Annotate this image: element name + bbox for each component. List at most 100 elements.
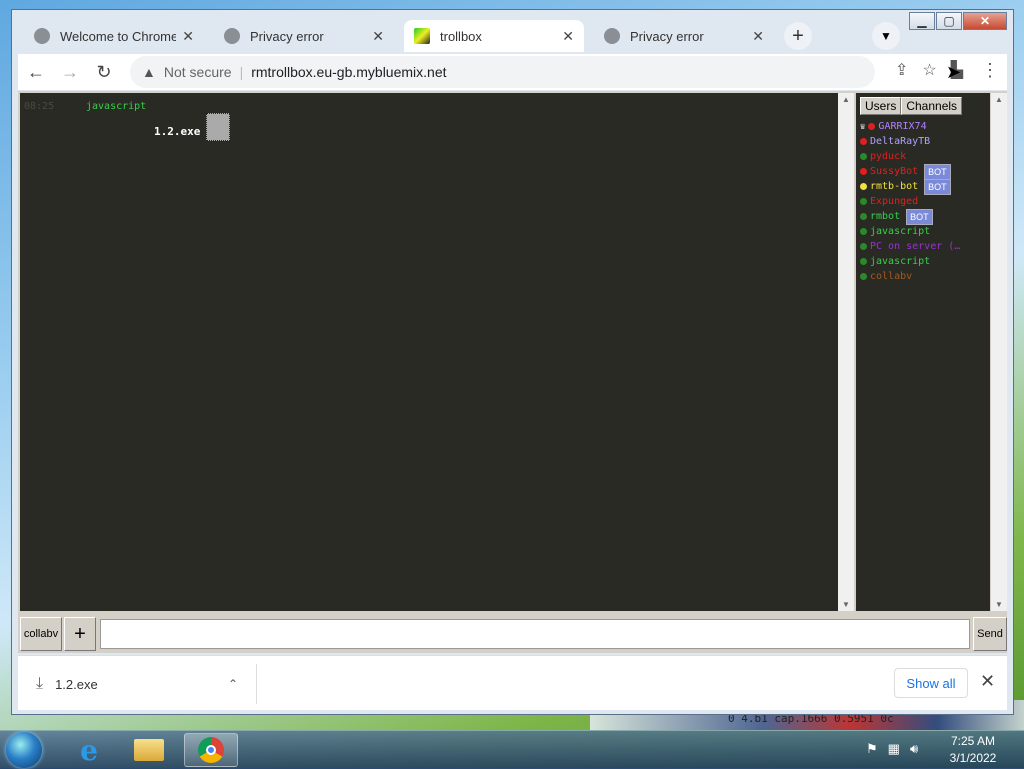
maximize-button[interactable]: ▢ xyxy=(936,12,962,30)
tab-search-button[interactable]: ▼ xyxy=(872,22,900,50)
not-secure-label[interactable]: Not secure xyxy=(164,64,232,80)
sidebar-tabs: Users Channels xyxy=(860,97,963,115)
scroll-down-icon[interactable]: ▼ xyxy=(838,600,854,609)
user-name: collabv xyxy=(870,271,913,282)
minimize-icon: ▁ xyxy=(917,14,927,28)
message-embed[interactable] xyxy=(206,113,230,141)
reload-button[interactable]: ↻ xyxy=(88,56,120,88)
url-text[interactable]: rmtrollbox.eu-gb.mybluemix.net xyxy=(251,64,446,80)
star-icon[interactable]: ☆ xyxy=(922,60,936,80)
status-dot-icon xyxy=(860,243,867,250)
globe-icon xyxy=(604,28,620,44)
message-nick[interactable]: javascript xyxy=(86,101,146,112)
tab-close-icon[interactable]: ✕ xyxy=(372,28,384,45)
plus-icon: + xyxy=(792,24,804,47)
chat-scrollbar[interactable]: ▲ ▼ xyxy=(838,93,854,611)
tab-title: trollbox xyxy=(440,28,482,44)
address-bar[interactable]: ▲ Not secure | rmtrollbox.eu-gb.mybluemi… xyxy=(130,56,875,88)
user-list-item[interactable]: javascript xyxy=(860,224,960,239)
user-name: SussyBot xyxy=(870,166,919,177)
user-list-item[interactable]: rmbot BOT xyxy=(860,208,960,225)
network-icon[interactable]: ▦ xyxy=(888,741,900,757)
close-shelf-icon[interactable]: ✕ xyxy=(980,671,995,692)
tab-privacy-error-1[interactable]: Privacy error ✕ xyxy=(214,20,394,52)
mouse-cursor-icon: ➤ xyxy=(946,62,962,82)
message-input[interactable] xyxy=(100,619,970,649)
taskbar: e ⚑ ▦ 🔊︎ 7:25 AM 3/1/2022 xyxy=(0,730,1024,769)
taskbar-ie[interactable]: e xyxy=(62,733,116,767)
tab-title: Privacy error xyxy=(630,28,704,44)
volume-icon[interactable]: 🔊︎ xyxy=(910,741,918,757)
tab-strip: Welcome to Chrome ✕ Privacy error ✕ trol… xyxy=(24,20,812,54)
taskbar-chrome[interactable] xyxy=(184,733,238,767)
scroll-down-icon[interactable]: ▼ xyxy=(991,600,1007,609)
user-name: DeltaRayTB xyxy=(870,136,931,147)
clock-date: 3/1/2022 xyxy=(949,751,997,765)
user-name: pyduck xyxy=(870,151,907,162)
warning-icon[interactable]: ▲ xyxy=(142,64,156,80)
scroll-up-icon[interactable]: ▲ xyxy=(991,95,1007,104)
download-shelf: ⤓ 1.2.exe ⌃ Show all ✕ xyxy=(18,655,1007,710)
menu-kebab-icon[interactable]: ⋮ xyxy=(981,60,999,81)
tab-users[interactable]: Users xyxy=(860,97,902,115)
download-item[interactable]: ⤓ 1.2.exe ⌃ xyxy=(18,664,257,704)
user-list-item[interactable]: ♛ GARRIX74 xyxy=(860,119,960,134)
download-filename[interactable]: 1.2.exe xyxy=(55,677,228,692)
close-window-button[interactable]: ✕ xyxy=(963,12,1007,30)
user-sidebar: Users Channels ♛ GARRIX74 DeltaRayTB pyduck… xyxy=(856,93,990,611)
arrow-right-icon: → xyxy=(61,61,79,82)
maximize-icon: ▢ xyxy=(943,14,955,28)
bot-badge: BOT xyxy=(906,208,933,225)
chat-log: 08:25 javascript 1.2.exe xyxy=(20,93,838,611)
user-name: rmbot xyxy=(870,211,901,222)
sidebar-scrollbar[interactable]: ▲ ▼ xyxy=(991,93,1007,611)
trollbox-favicon-icon xyxy=(414,28,430,44)
status-dot-icon xyxy=(860,153,867,160)
tab-title: Privacy error xyxy=(250,28,324,44)
minimize-button[interactable]: ▁ xyxy=(909,12,935,30)
user-list-item[interactable]: collabv xyxy=(860,269,960,284)
add-channel-button[interactable]: + xyxy=(64,617,96,651)
show-all-button[interactable]: Show all xyxy=(894,668,968,698)
arrow-left-icon: ← xyxy=(27,61,45,82)
status-dot-icon xyxy=(860,168,867,175)
status-dot-icon xyxy=(868,123,876,130)
tab-welcome[interactable]: Welcome to Chrome ✕ xyxy=(24,20,204,52)
forward-button[interactable]: → xyxy=(54,56,86,88)
tab-close-icon[interactable]: ✕ xyxy=(182,28,194,45)
omnibox-separator: | xyxy=(239,64,244,80)
scroll-up-icon[interactable]: ▲ xyxy=(838,95,854,104)
user-name: GARRIX74 xyxy=(878,121,927,132)
tab-channels[interactable]: Channels xyxy=(901,97,963,115)
back-button[interactable]: ← xyxy=(20,56,52,88)
globe-icon xyxy=(34,28,50,44)
user-list-item[interactable]: Expunged xyxy=(860,194,960,209)
user-list-item[interactable]: pyduck xyxy=(860,149,960,164)
user-list-item[interactable]: javascript xyxy=(860,254,960,269)
system-tray: ⚑ ▦ 🔊︎ xyxy=(866,741,918,757)
bot-badge: BOT xyxy=(924,163,951,180)
flag-icon[interactable]: ⚑ xyxy=(866,741,878,757)
clock[interactable]: 7:25 AM 3/1/2022 xyxy=(942,733,1004,767)
tab-trollbox[interactable]: trollbox ✕ xyxy=(404,20,584,52)
send-button[interactable]: Send xyxy=(973,617,1007,651)
channel-button[interactable]: collabv xyxy=(20,617,62,651)
chevron-up-icon[interactable]: ⌃ xyxy=(228,677,238,691)
user-list-item[interactable]: rmtb-bot BOT xyxy=(860,178,960,195)
folder-icon xyxy=(134,739,164,761)
tab-close-icon[interactable]: ✕ xyxy=(752,28,764,45)
close-icon: ✕ xyxy=(979,14,991,28)
user-list-item[interactable]: PC on server (… xyxy=(860,239,960,254)
status-dot-icon xyxy=(860,183,867,190)
new-tab-button[interactable]: + xyxy=(784,22,812,50)
chevron-down-icon: ▼ xyxy=(880,29,892,43)
start-button[interactable] xyxy=(6,732,42,768)
browser-toolbar: ← → ↻ ▲ Not secure | rmtrollbox.eu-gb.my… xyxy=(18,54,1007,90)
trollbox-page: 08:25 javascript 1.2.exe ▲ ▼ Users Chann… xyxy=(18,91,1007,653)
user-list-item[interactable]: SussyBot BOT xyxy=(860,163,960,180)
tab-close-icon[interactable]: ✕ xyxy=(562,28,574,45)
user-list-item[interactable]: DeltaRayTB xyxy=(860,134,960,149)
tab-privacy-error-2[interactable]: Privacy error ✕ xyxy=(594,20,774,52)
share-icon[interactable]: ⇪ xyxy=(895,60,908,80)
taskbar-explorer[interactable] xyxy=(122,733,176,767)
